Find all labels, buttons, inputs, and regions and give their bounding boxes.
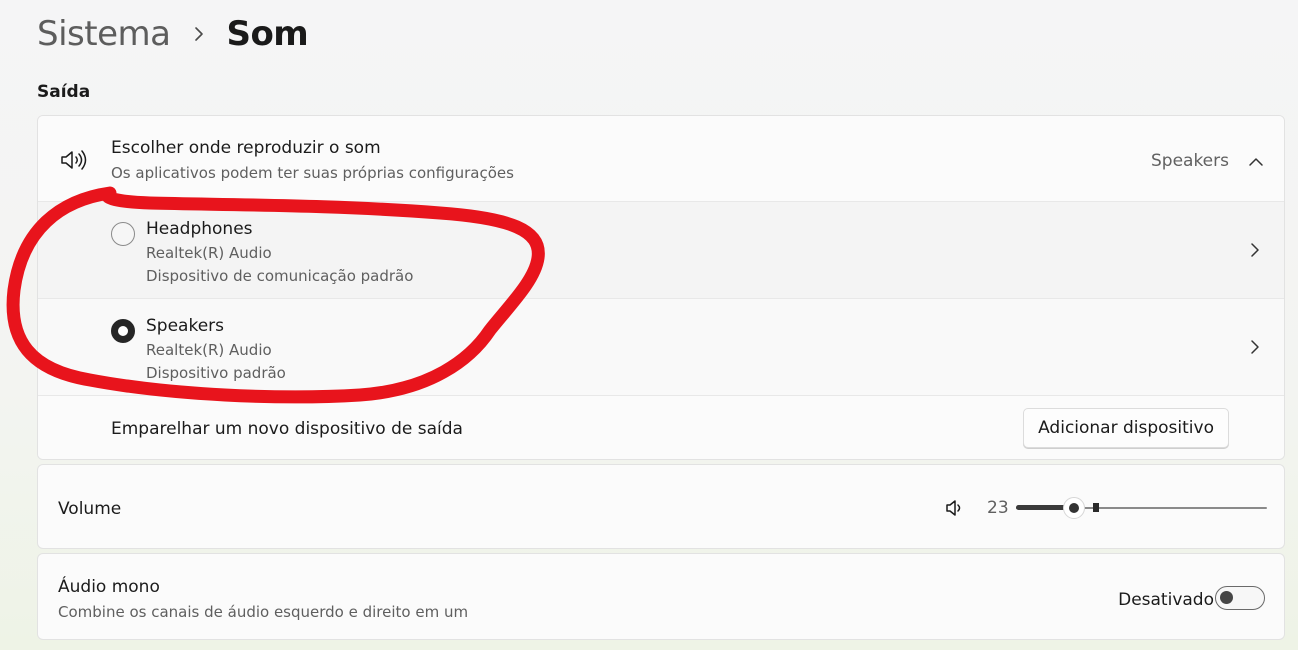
volume-label: Volume: [58, 499, 122, 519]
chevron-right-icon[interactable]: [1250, 339, 1260, 359]
device-name: Headphones: [146, 219, 253, 239]
breadcrumb: Sistema Som: [37, 12, 309, 56]
output-card: Escolher onde reproduzir o som Os aplica…: [37, 115, 1285, 460]
device-name: Speakers: [146, 316, 225, 336]
speaker-icon: [60, 149, 88, 175]
pair-device-row: Emparelhar um novo dispositivo de saída …: [38, 395, 1284, 459]
breadcrumb-parent[interactable]: Sistema: [37, 14, 171, 54]
mono-audio-card: Áudio mono Combine os canais de áudio es…: [37, 553, 1285, 640]
chevron-up-icon[interactable]: [1248, 152, 1264, 171]
volume-slider[interactable]: [1016, 497, 1267, 519]
add-device-button[interactable]: Adicionar dispositivo: [1023, 408, 1229, 448]
volume-card: Volume 23: [37, 464, 1285, 549]
radio-headphones[interactable]: [111, 222, 135, 246]
speaker-low-icon[interactable]: [945, 498, 965, 522]
mono-audio-toggle[interactable]: [1215, 586, 1265, 610]
choose-output-row[interactable]: Escolher onde reproduzir o som Os aplica…: [38, 116, 1284, 201]
toggle-knob: [1220, 591, 1233, 604]
mono-audio-state: Desativado: [1118, 590, 1214, 610]
slider-thumb[interactable]: [1063, 497, 1085, 519]
page-title: Som: [226, 14, 309, 54]
selected-device-value: Speakers: [1150, 151, 1229, 171]
radio-speakers[interactable]: [111, 319, 135, 343]
chevron-right-icon: [194, 26, 204, 42]
device-role: Dispositivo de comunicação padrão: [146, 267, 414, 285]
device-driver: Realtek(R) Audio: [146, 341, 272, 359]
mono-audio-subtitle: Combine os canais de áudio esquerdo e di…: [58, 603, 469, 621]
chevron-right-icon[interactable]: [1250, 242, 1260, 262]
volume-value: 23: [987, 498, 1009, 518]
choose-output-subtitle: Os aplicativos podem ter suas próprias c…: [111, 164, 514, 182]
device-driver: Realtek(R) Audio: [146, 244, 272, 262]
pair-device-label: Emparelhar um novo dispositivo de saída: [111, 419, 463, 439]
device-row-speakers[interactable]: Speakers Realtek(R) Audio Dispositivo pa…: [38, 298, 1284, 395]
slider-tick: [1093, 503, 1099, 512]
device-row-headphones[interactable]: Headphones Realtek(R) Audio Dispositivo …: [38, 201, 1284, 298]
choose-output-title: Escolher onde reproduzir o som: [111, 138, 381, 158]
section-title-output: Saída: [37, 82, 91, 102]
mono-audio-title: Áudio mono: [58, 577, 160, 597]
device-role: Dispositivo padrão: [146, 364, 286, 382]
